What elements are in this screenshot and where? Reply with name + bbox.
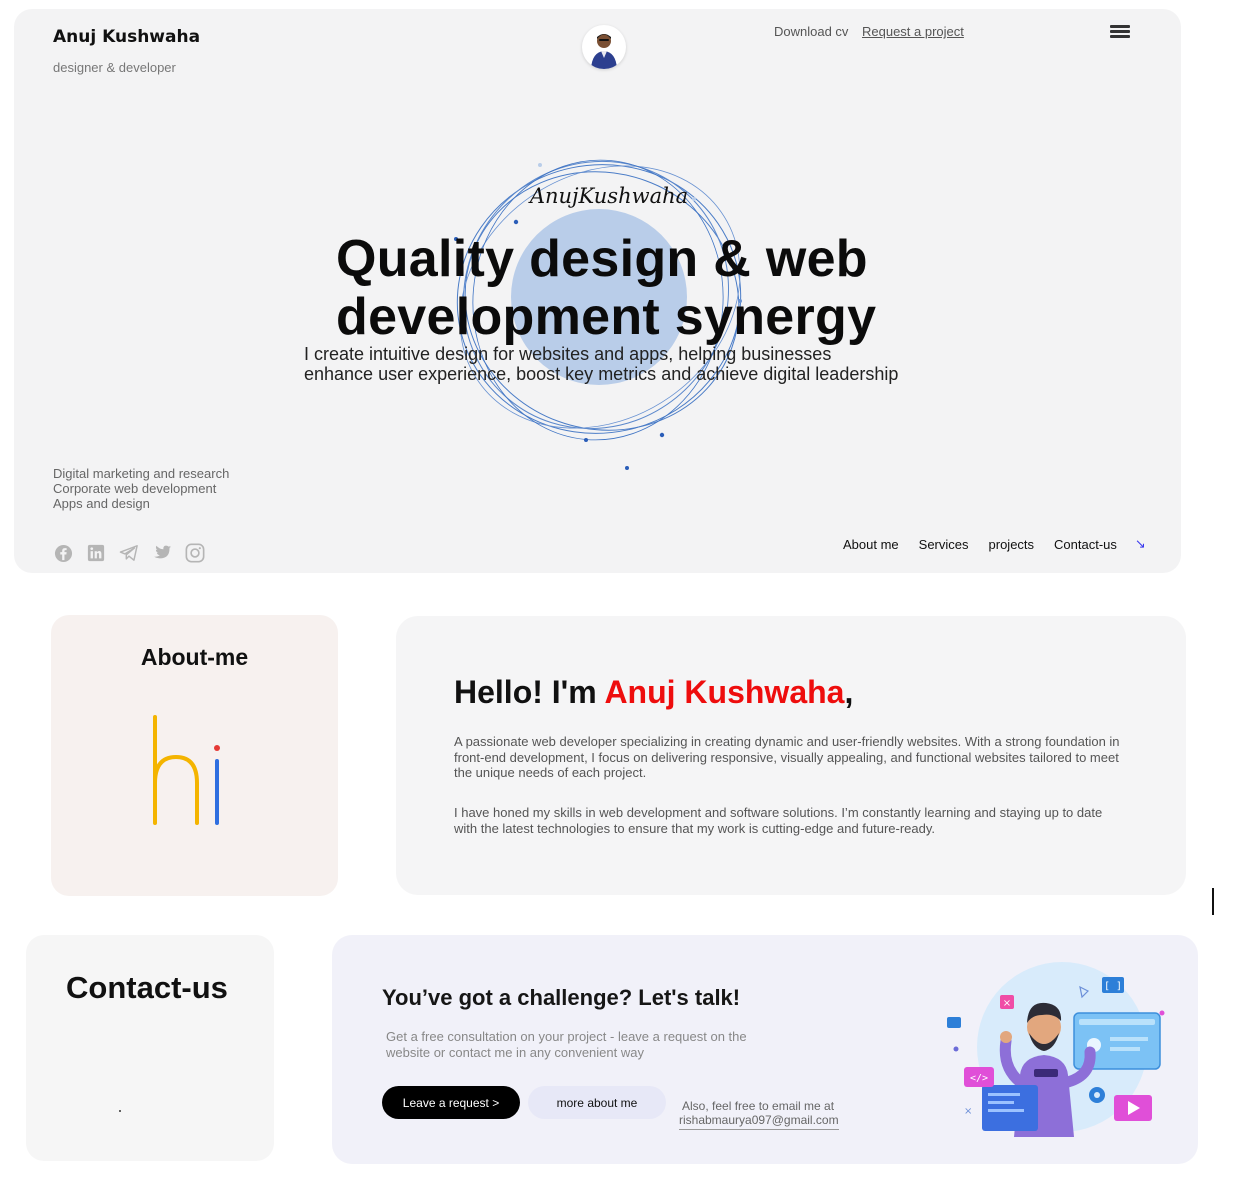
hamburger-menu-icon[interactable] xyxy=(1110,25,1130,39)
service-item: Digital marketing and research xyxy=(53,466,230,481)
svg-text:×: × xyxy=(1003,998,1011,1009)
twitter-icon[interactable] xyxy=(152,543,172,563)
talk-subtitle: Get a free consultation on your project … xyxy=(386,1029,747,1060)
leave-request-button[interactable]: Leave a request > xyxy=(382,1086,520,1119)
about-paragraph-2: I have honed my skills in web developmen… xyxy=(454,805,1103,836)
talk-heading: You’ve got a challenge? Let's talk! xyxy=(382,985,741,1010)
more-about-me-button[interactable]: more about me xyxy=(528,1086,666,1119)
svg-text:[ ]: [ ] xyxy=(1104,981,1122,992)
about-title: About-me xyxy=(140,644,249,670)
developer-illustration-icon: </> × [ ] × xyxy=(947,962,1165,1137)
email-link[interactable]: rishabmaurya097@gmail.com xyxy=(679,1113,839,1130)
request-project-link[interactable]: Request a project xyxy=(862,24,964,39)
service-item: Apps and design xyxy=(53,496,150,511)
services-list: Digital marketing and research Corporate… xyxy=(53,466,229,511)
about-card: About-me xyxy=(51,615,338,896)
facebook-icon[interactable] xyxy=(53,543,73,563)
text-cursor xyxy=(1212,888,1214,915)
contact-card: Contact-us xyxy=(26,935,274,1161)
hero-section: Anuj Kushwaha designer & developer Downl… xyxy=(14,9,1181,573)
signature-text: AnujKushwaha xyxy=(528,184,688,208)
about-paragraph-1: A passionate web developer specializing … xyxy=(454,734,1120,780)
svg-text:</>: </> xyxy=(970,1073,988,1084)
nav-contact-us[interactable]: Contact-us xyxy=(1054,537,1117,552)
contact-title: Contact-us xyxy=(66,970,228,1005)
hello-prefix: Hello! I'm xyxy=(454,674,605,710)
svg-text:×: × xyxy=(964,1106,972,1117)
nav-projects[interactable]: projects xyxy=(989,537,1035,552)
download-cv-link[interactable]: Download cv xyxy=(774,24,848,39)
hello-name: Anuj Kushwaha xyxy=(604,674,845,710)
hero-headline-line1: Quality design & web xyxy=(336,230,868,288)
hero-headline: Quality design & web development synergy xyxy=(336,230,896,346)
brand-subtitle: designer & developer xyxy=(53,60,176,75)
hero-subline-line1: I create intuitive design for websites a… xyxy=(304,344,832,364)
talk-card: You’ve got a challenge? Let's talk! Get … xyxy=(332,935,1198,1164)
brand-name[interactable]: Anuj Kushwaha xyxy=(53,27,200,47)
hello-heading: Hello! I'm Anuj Kushwaha, xyxy=(454,674,853,711)
social-links xyxy=(53,543,205,563)
telegram-icon[interactable] xyxy=(119,543,139,563)
nav-about-me[interactable]: About me xyxy=(843,537,899,552)
hello-card: Hello! I'm Anuj Kushwaha, A passionate w… xyxy=(396,616,1186,895)
email-label: Also, feel free to email me at xyxy=(682,1099,835,1113)
linkedin-icon[interactable] xyxy=(86,543,106,563)
nav-services[interactable]: Services xyxy=(919,537,969,552)
section-nav: About me Services projects Contact-us ↘ xyxy=(843,536,1146,552)
dot xyxy=(119,1110,121,1112)
hello-suffix: , xyxy=(844,674,854,710)
instagram-icon[interactable] xyxy=(185,543,205,563)
hero-headline-line2: development synergy xyxy=(336,288,877,346)
service-item: Corporate web development xyxy=(53,481,217,496)
arrow-down-right-icon[interactable]: ↘ xyxy=(1135,536,1146,552)
hero-subline: I create intuitive design for websites a… xyxy=(304,344,924,384)
hero-subline-line2: enhance user experience, boost key metri… xyxy=(304,364,899,384)
avatar[interactable] xyxy=(582,25,626,69)
hi-illustration-icon xyxy=(153,715,220,825)
